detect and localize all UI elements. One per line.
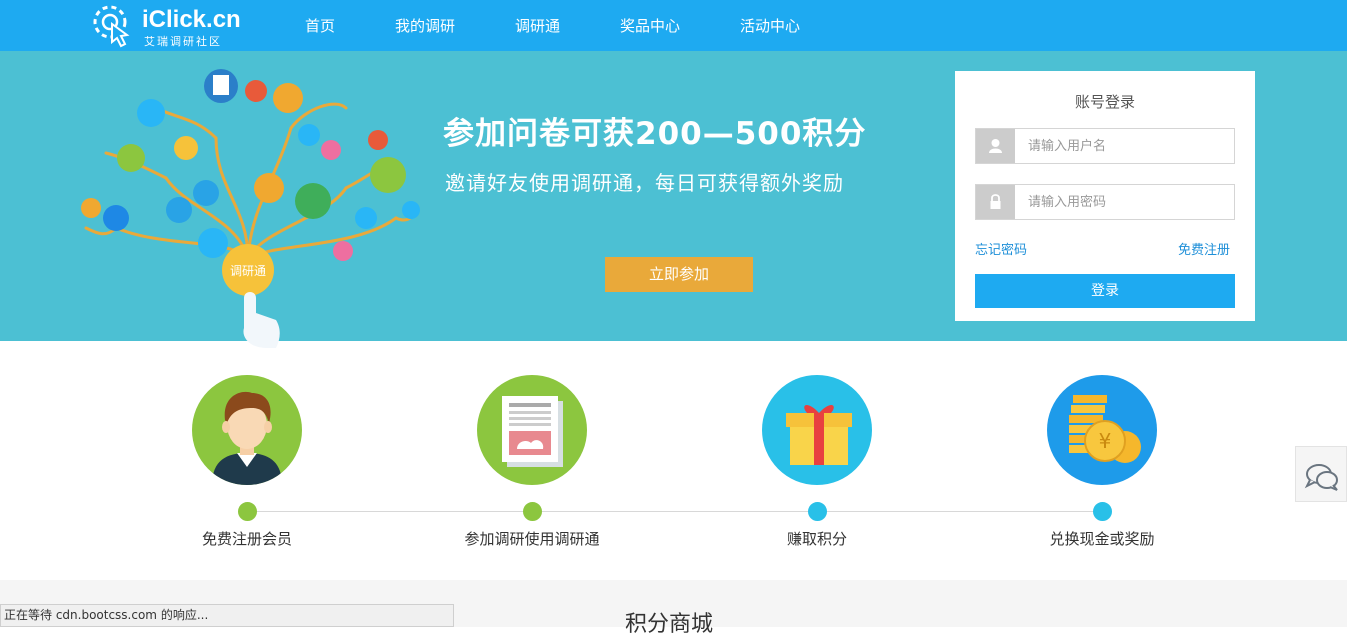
logo-subtitle: 艾瑞调研社区 xyxy=(144,35,222,48)
user-icon xyxy=(976,129,1015,163)
browser-status-bar: 正在等待 cdn.bootcss.com 的响应... xyxy=(0,604,454,627)
step-label-earn-points: 赚取积分 xyxy=(786,530,847,548)
free-register-link[interactable]: 免费注册 xyxy=(1178,239,1230,258)
points-mall-title: 积分商城 xyxy=(625,612,714,637)
step-label-register: 免费注册会员 xyxy=(201,530,292,548)
register-member-icon xyxy=(192,375,302,485)
login-button[interactable]: 登录 xyxy=(975,274,1235,308)
nav-item-activity-center[interactable]: 活动中心 xyxy=(740,15,800,36)
svg-text:¥: ¥ xyxy=(1099,429,1112,453)
survey-document-icon xyxy=(477,375,587,485)
nav-item-my-surveys[interactable]: 我的调研 xyxy=(395,15,455,36)
tree-center-label: 调研通 xyxy=(230,264,266,278)
username-input[interactable] xyxy=(1016,129,1234,163)
gift-box-icon xyxy=(762,375,872,485)
login-panel: 账号登录 忘记密码 免费注册 登录 xyxy=(955,71,1255,321)
step-dot-4 xyxy=(1093,502,1112,521)
nav-item-survey-pass[interactable]: 调研通 xyxy=(515,15,560,36)
banner-headline: 参加问卷可获200—500积分 xyxy=(443,116,867,152)
forgot-password-link[interactable]: 忘记密码 xyxy=(975,239,1027,258)
logo-text: iClick.cn xyxy=(142,6,241,33)
logo[interactable]: iClick.cn 艾瑞调研社区 xyxy=(92,4,252,48)
steps-timeline xyxy=(247,511,1102,512)
survey-tree-illustration: 调研通 xyxy=(81,69,420,348)
join-now-button[interactable]: 立即参加 xyxy=(605,257,753,292)
chat-bubbles-icon xyxy=(1304,464,1338,491)
step-dot-3 xyxy=(808,502,827,521)
nav-item-home[interactable]: 首页 xyxy=(305,15,335,36)
chat-float-button[interactable] xyxy=(1295,446,1347,502)
logo-click-icon xyxy=(93,5,130,48)
password-field xyxy=(975,184,1235,220)
login-title: 账号登录 xyxy=(1074,93,1135,111)
step-label-join-survey: 参加调研使用调研通 xyxy=(464,530,600,548)
password-input[interactable] xyxy=(1016,185,1234,219)
top-nav: iClick.cn 艾瑞调研社区 首页 我的调研 调研通 奖品中心 活动中心 xyxy=(0,0,1347,51)
step-dot-2 xyxy=(523,502,542,521)
step-label-redeem: 兑换现金或奖励 xyxy=(1049,530,1155,548)
gold-coins-icon: ¥ xyxy=(1047,375,1157,485)
step-dot-1 xyxy=(238,502,257,521)
lock-icon xyxy=(976,185,1015,219)
banner-subline: 邀请好友使用调研通，每日可获得额外奖励 xyxy=(445,171,844,195)
nav-item-prize-center[interactable]: 奖品中心 xyxy=(620,15,680,36)
username-field xyxy=(975,128,1235,164)
